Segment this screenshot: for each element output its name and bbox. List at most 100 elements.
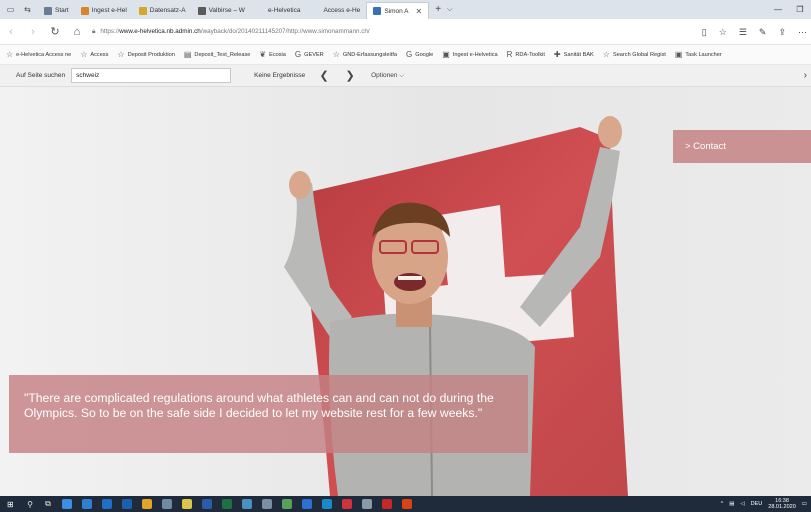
star-icon: ☆ [80,50,88,59]
window-controls: — ❐ [767,0,811,19]
favorite-star-icon[interactable]: ☆ [719,27,727,38]
favorite-label: Ingest e-Helvetica [452,51,498,58]
tab-label: Start [55,7,69,14]
find-input[interactable] [71,68,232,83]
app-icon-15[interactable] [342,499,352,509]
r-icon: R [506,50,513,59]
app-icon-12[interactable] [282,499,292,509]
url-text: https://www.e-helvetica.nb.admin.ch/wayb… [100,28,370,35]
volume-icon[interactable]: ◁ [740,501,744,507]
favorite-label: RDA-Toolkit [515,51,545,58]
favorite-label: Task Launcher [685,51,722,58]
app-icon-11[interactable] [262,499,272,509]
search-icon[interactable]: ⚲ [21,500,39,509]
task-view-icon[interactable]: ⧉ [39,499,57,509]
favorite-label: e-Helvetica Access ne [16,51,72,58]
url-field[interactable]: 🔒︎ https://www.e-helvetica.nb.admin.ch/w… [92,23,652,41]
favorite-label: Access [90,51,109,58]
reading-view-icon[interactable]: ▯ [702,27,707,38]
app-icon-7[interactable] [182,499,192,509]
share-icon[interactable]: ⇪ [778,27,786,38]
powerpoint-app-icon[interactable] [402,499,412,509]
find-options-dropdown[interactable]: Optionen ⌵ [371,72,404,80]
favorite-link[interactable]: ☆ GND-Erfassungsleitfa [333,50,397,59]
tray-chevron-icon[interactable]: ^ [721,501,724,507]
favorite-link[interactable]: ▤ Deposit_Test_Release [184,50,251,59]
favorite-link[interactable]: ▣ Task Launcher [675,50,722,59]
tab-label: Valbirse – W [208,7,245,14]
app-icon-6[interactable] [162,499,172,509]
tab-actions-icon[interactable]: ▭ [4,3,17,16]
browser-tab[interactable]: e-Helvetica [251,2,307,19]
edge-app-icon[interactable] [62,499,72,509]
tab-favicon-icon [80,6,89,15]
ie-app-icon[interactable] [122,499,132,509]
tab-list-chevron-icon[interactable]: ⌵ [447,6,452,14]
find-result-text: Keine Ergebnisse [254,72,306,79]
favorite-link[interactable]: ❦ Ecosia [259,50,286,59]
browser-tab[interactable]: Ingest e-Hel [75,2,133,19]
favorite-link[interactable]: ☆ e-Helvetica Access ne [6,50,71,59]
minimize-button[interactable]: — [767,0,789,19]
acrobat-app-icon[interactable] [382,499,392,509]
favorite-link[interactable]: G Google [406,50,433,59]
store-app-icon[interactable] [82,499,92,509]
favorite-label: Sanität BAK [563,51,594,58]
browser-tab[interactable]: Access e-He [306,2,366,19]
favorite-label: Ecosia [269,51,286,58]
browser-tab[interactable]: Simon A ✕ [366,2,430,19]
app-icon-16[interactable] [362,499,372,509]
tab-favicon-icon [138,6,147,15]
excel-app-icon[interactable] [222,499,232,509]
network-icon[interactable]: ▤ [729,501,734,507]
refresh-button[interactable]: ↻ [44,25,66,38]
skype-app-icon[interactable] [322,499,332,509]
favorite-link[interactable]: ▣ Ingest e-Helvetica [442,50,497,59]
lock-icon: 🔒︎ [92,27,96,35]
favorite-link[interactable]: ☆ Search Global Regist [603,50,666,59]
browser-tab[interactable]: Valbirse – W [192,2,251,19]
windows-taskbar: ⊞ ⚲ ⧉ ^ ▤ ◁ DEU 16:38 28.01.2020 ▭ [0,496,811,512]
file-explorer-icon[interactable] [142,499,152,509]
app-icon-10[interactable] [242,499,252,509]
star-icon: ☆ [602,50,610,59]
favorite-link[interactable]: G GEVER [295,50,324,59]
favorite-label: Google [415,51,434,58]
browser-tab[interactable]: Datensatz-A [133,2,192,19]
pen-icon[interactable]: ✎ [759,27,767,38]
home-button[interactable]: ⌂ [66,26,88,38]
tab-close-icon[interactable]: ✕ [416,7,423,16]
star-icon: ☆ [332,50,340,59]
tab-label: e-Helvetica [267,7,301,14]
favorites-hub-icon[interactable]: ☰ [739,27,747,38]
find-close-button[interactable]: › [804,70,807,81]
back-button[interactable]: ‹ [0,26,22,38]
favorite-link[interactable]: ☆ Deposit Produktion [117,50,174,59]
favorite-link[interactable]: ✚ Sanität BAK [554,50,594,59]
browser-tab[interactable]: Start [38,2,75,19]
image-icon: ▣ [674,50,683,59]
star-icon: ☆ [6,50,14,59]
contact-link[interactable]: > Contact [673,130,811,163]
favorite-link[interactable]: ☆ Access [80,50,108,59]
system-tray: ^ ▤ ◁ DEU 16:38 28.01.2020 ▭ [721,496,811,512]
app-icon-13[interactable] [302,499,312,509]
forward-button[interactable]: › [22,26,44,38]
more-icon[interactable]: ⋯ [798,27,807,38]
language-indicator[interactable]: DEU [751,501,763,507]
maximize-button[interactable]: ❐ [789,0,811,19]
address-bar: ‹ › ↻ ⌂ 🔒︎ https://www.e-helvetica.nb.ad… [0,19,811,45]
word-app-icon[interactable] [202,499,212,509]
back-tabs-icon[interactable]: ⇆ [21,3,34,16]
windows-start-icon[interactable]: ⊞ [7,500,21,509]
find-next-button[interactable]: ❯ [343,69,357,82]
favorite-link[interactable]: R RDA-Toolkit [507,50,545,59]
favorite-label: Deposit_Test_Release [194,51,251,58]
clock[interactable]: 16:38 28.01.2020 [768,498,796,510]
tab-label: Ingest e-Hel [91,7,127,14]
find-previous-button[interactable]: ❮ [317,69,331,82]
tab-label: Access e-He [323,7,361,14]
outlook-app-icon[interactable] [102,499,112,509]
new-tab-button[interactable]: + [435,4,441,15]
notification-icon[interactable]: ▭ [802,501,807,507]
